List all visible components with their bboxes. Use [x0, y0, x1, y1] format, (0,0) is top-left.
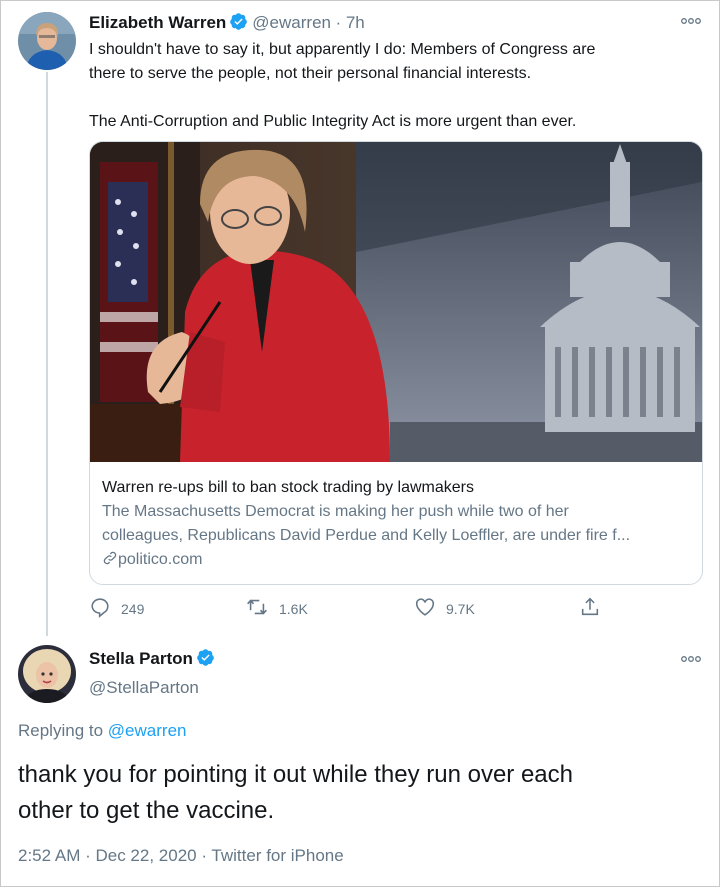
tweet2-text-line1: thank you for pointing it out while they…	[18, 761, 573, 788]
like-button[interactable]: 9.7K	[414, 596, 475, 621]
link-card-domain-text: politico.com	[118, 551, 203, 568]
tweet1-time[interactable]: · 7h	[335, 13, 364, 32]
replying-to-line: Replying to @ewarren	[18, 721, 186, 741]
tweet1-header: Elizabeth Warren @ewarren · 7h	[89, 12, 365, 36]
capitol-backdrop	[356, 142, 702, 462]
tweet1-action-bar: 249 1.6K 9.7K	[89, 596, 609, 620]
replying-to-prefix: Replying to	[18, 721, 104, 740]
share-icon	[579, 596, 601, 621]
warren-avatar[interactable]	[18, 12, 76, 70]
tweet1-text-line3: The Anti-Corruption and Public Integrity…	[89, 113, 577, 130]
more-options-icon[interactable]	[680, 14, 702, 33]
link-card-description-line2: colleagues, Republicans David Perdue and…	[102, 527, 631, 544]
tweet2-text-line2: other to get the vaccine.	[18, 797, 275, 824]
reply-icon	[89, 596, 111, 621]
like-count: 9.7K	[446, 600, 475, 617]
retweet-icon	[245, 596, 269, 621]
tweet1-text-line2: there to serve the people, not their per…	[89, 65, 532, 82]
replying-to-link[interactable]: @ewarren	[108, 721, 187, 740]
like-icon	[414, 596, 436, 621]
tweet2-header: Stella Parton @StellaParton	[89, 648, 219, 698]
verified-badge-icon	[196, 648, 215, 672]
article-photo	[90, 142, 702, 462]
retweet-count: 1.6K	[279, 600, 308, 617]
tweet1-text-line1: I shouldn't have to say it, but apparent…	[89, 41, 596, 58]
parton-avatar[interactable]	[18, 645, 76, 703]
share-button[interactable]	[579, 596, 601, 621]
link-card-domain[interactable]: politico.com	[102, 548, 692, 574]
tweet2-timestamp-meta[interactable]: 2:52 AM · Dec 22, 2020 · Twitter for iPh…	[18, 846, 344, 866]
link-preview-card[interactable]: Warren re-ups bill to ban stock trading …	[89, 141, 703, 585]
tweet1-text: I shouldn't have to say it, but apparent…	[89, 38, 595, 134]
link-card-title[interactable]: Warren re-ups bill to ban stock trading …	[102, 476, 692, 500]
tweet1-handle[interactable]: @ewarren	[252, 13, 331, 32]
link-card-description: The Massachusetts Democrat is making her…	[102, 500, 692, 548]
reply-count: 249	[121, 600, 145, 617]
tweet2-handle[interactable]: @StellaParton	[89, 678, 219, 698]
more-options-icon[interactable]	[680, 652, 702, 671]
reply-button[interactable]: 249	[89, 596, 144, 621]
tweet2-text: thank you for pointing it out while they…	[18, 757, 708, 829]
thread-connector-line	[46, 72, 48, 636]
link-card-body: Warren re-ups bill to ban stock trading …	[102, 476, 692, 574]
tweet1-author-name[interactable]: Elizabeth Warren	[89, 13, 226, 32]
verified-badge-icon	[229, 12, 248, 36]
tweet2-author-name[interactable]: Stella Parton	[89, 649, 193, 668]
link-icon	[102, 550, 118, 574]
retweet-button[interactable]: 1.6K	[245, 596, 308, 621]
link-card-description-line1: The Massachusetts Democrat is making her…	[102, 503, 569, 520]
